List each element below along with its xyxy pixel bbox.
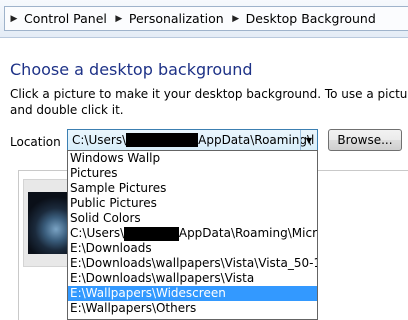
- dropdown-option-others[interactable]: E:\Wallpapers\Others: [68, 301, 317, 316]
- browse-button[interactable]: Browse...: [328, 129, 402, 151]
- instructions-line-2: and double click it.: [10, 103, 124, 117]
- chevron-right-icon[interactable]: ▶: [110, 14, 128, 24]
- chevron-right-icon[interactable]: ▶: [227, 14, 245, 24]
- location-value-suffix: AppData\Roaming\l: [198, 133, 315, 147]
- dropdown-option-sample-pictures[interactable]: Sample Pictures: [68, 181, 317, 196]
- instructions-line-1: Click a picture to make it your desktop …: [10, 87, 408, 101]
- dropdown-option-windows-wallpapers[interactable]: Windows Wallp: [68, 151, 317, 166]
- location-value-prefix: C:\Users\: [72, 133, 127, 147]
- location-select[interactable]: C:\Users\ AppData\Roaming\l ▼: [67, 129, 318, 151]
- thumbnail-frame[interactable]: [23, 179, 69, 267]
- redacted-username: [126, 133, 199, 147]
- dropdown-option-vista[interactable]: E:\Downloads\wallpapers\Vista: [68, 271, 317, 286]
- instructions: Click a picture to make it your desktop …: [10, 86, 408, 118]
- breadcrumb-desktop-background[interactable]: Desktop Background: [245, 11, 379, 26]
- location-dropdown-list[interactable]: Windows Wallp Pictures Sample Pictures P…: [67, 150, 318, 320]
- page-title: Choose a desktop background: [10, 60, 253, 79]
- dropdown-option-pictures[interactable]: Pictures: [68, 166, 317, 181]
- dropdown-option-downloads[interactable]: E:\Downloads: [68, 241, 317, 256]
- breadcrumb-control-panel[interactable]: Control Panel: [23, 11, 110, 26]
- dropdown-option-solid-colors[interactable]: Solid Colors: [68, 211, 317, 226]
- chevron-down-icon[interactable]: ▼: [300, 130, 317, 150]
- dropdown-option-appdata-suffix: AppData\Roaming\Micr: [178, 226, 317, 240]
- breadcrumb-personalization[interactable]: Personalization: [128, 11, 227, 26]
- chevron-right-icon[interactable]: ▶: [5, 14, 23, 24]
- dropdown-option-appdata[interactable]: C:\Users\ AppData\Roaming\Micr: [68, 226, 317, 241]
- wallpaper-thumbnail[interactable]: [28, 192, 68, 254]
- redacted-username: [124, 226, 179, 241]
- dropdown-option-vista-50-100[interactable]: E:\Downloads\wallpapers\Vista\Vista_50-1…: [68, 256, 317, 271]
- dropdown-option-widescreen[interactable]: E:\Wallpapers\Widescreen: [68, 286, 317, 301]
- breadcrumb[interactable]: ▶ Control Panel ▶ Personalization ▶ Desk…: [4, 6, 408, 31]
- location-value: C:\Users\ AppData\Roaming\l: [68, 133, 314, 147]
- dropdown-option-appdata-prefix: C:\Users\: [70, 226, 125, 240]
- address-bar: ▶ Control Panel ▶ Personalization ▶ Desk…: [0, 0, 408, 38]
- location-label: Location: [10, 135, 61, 149]
- dropdown-option-public-pictures[interactable]: Public Pictures: [68, 196, 317, 211]
